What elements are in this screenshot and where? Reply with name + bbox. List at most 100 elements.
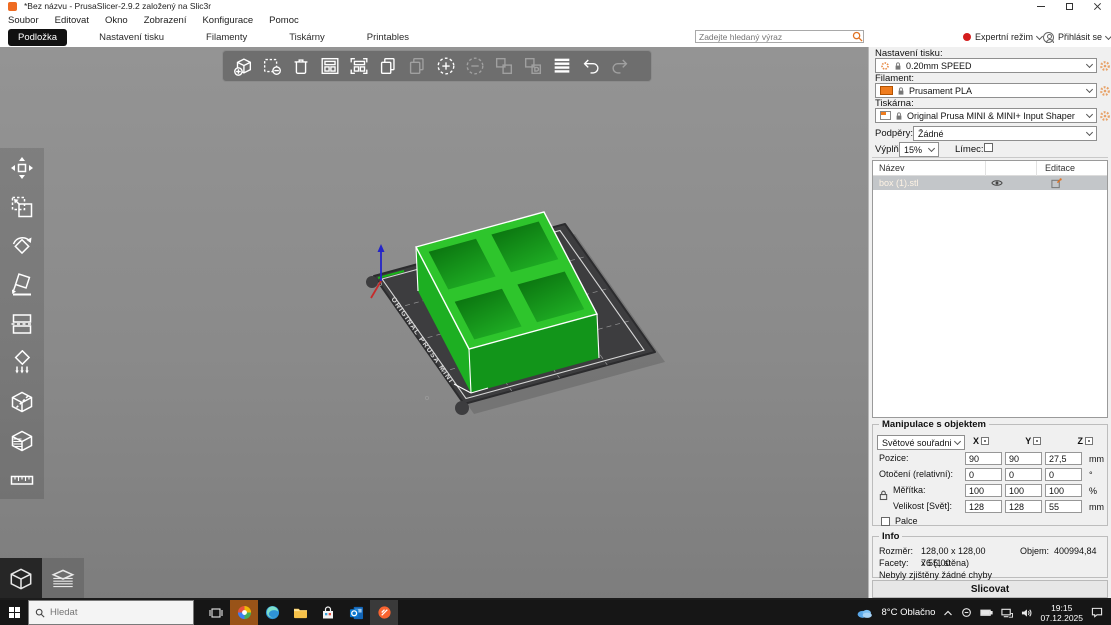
menu-okno[interactable]: Okno [105, 15, 128, 26]
network-icon[interactable] [1001, 608, 1014, 618]
file-explorer-button[interactable] [286, 600, 314, 625]
inches-checkbox[interactable] [881, 516, 890, 526]
tab-podlozka[interactable]: Podložka [8, 28, 68, 46]
arrange-bed-icon[interactable] [347, 54, 371, 78]
object-toolbar [222, 50, 652, 82]
undo-icon[interactable] [579, 54, 603, 78]
infill-value: 15% [904, 144, 923, 155]
position-y-input[interactable] [1005, 452, 1042, 465]
fuzzy-skin-tool-icon[interactable] [9, 427, 36, 454]
tray-time: 19:15 [1051, 602, 1073, 613]
settings-search-input[interactable] [696, 31, 852, 42]
slice-button[interactable]: Slicovat [872, 580, 1108, 598]
menu-zobrazeni[interactable]: Zobrazení [144, 15, 187, 26]
delete-object-icon[interactable] [260, 54, 284, 78]
axis-z-icon[interactable] [1085, 437, 1093, 445]
delete-all-icon[interactable] [289, 54, 313, 78]
add-instance-icon[interactable] [434, 54, 458, 78]
split-objects-icon[interactable] [492, 54, 516, 78]
place-on-face-tool-icon[interactable] [9, 271, 36, 298]
tray-app-icon[interactable] [961, 607, 972, 618]
store-app-button[interactable] [314, 600, 342, 625]
printer-gear-button[interactable] [1099, 110, 1111, 122]
volume-icon[interactable] [1021, 608, 1032, 618]
seam-tool-icon[interactable] [9, 388, 36, 415]
tab-nastaveni-tisku[interactable]: Nastavení tisku [89, 29, 174, 46]
scale-y-input[interactable] [1005, 484, 1042, 497]
scale-x-input[interactable] [965, 484, 1002, 497]
axis-y-icon[interactable] [1033, 437, 1042, 445]
infill-combo[interactable]: 15% [899, 142, 939, 157]
start-button[interactable] [0, 600, 28, 625]
add-object-icon[interactable] [231, 54, 255, 78]
scale-tool-icon[interactable] [9, 193, 36, 220]
taskbar-search-box[interactable] [28, 600, 194, 625]
uniform-scale-lock-icon[interactable] [879, 489, 888, 501]
brim-checkbox[interactable] [984, 143, 993, 152]
size-y-input[interactable] [1005, 500, 1042, 513]
size-z-input[interactable] [1045, 500, 1082, 513]
rotation-y-input[interactable] [1005, 468, 1042, 481]
object-list-header: Název Editace [873, 161, 1107, 176]
print-settings-gear-button[interactable] [1099, 60, 1111, 72]
menu-pomoc[interactable]: Pomoc [269, 15, 299, 26]
rotation-x-input[interactable] [965, 468, 1002, 481]
remove-instance-icon[interactable] [463, 54, 487, 78]
edge-app-button[interactable] [258, 600, 286, 625]
minimize-button[interactable] [1030, 0, 1052, 12]
arrange-icon[interactable] [318, 54, 342, 78]
menu-konfigurace[interactable]: Konfigurace [202, 15, 253, 26]
prusaslicer-app-button[interactable] [370, 600, 398, 625]
variable-layer-height-icon[interactable] [550, 54, 574, 78]
tab-tiskarny[interactable]: Tiskárny [279, 29, 335, 46]
printer-combo[interactable]: Original Prusa MINI & MINI+ Input Shaper [875, 108, 1097, 123]
outlook-app-button[interactable] [342, 600, 370, 625]
rotation-z-input[interactable] [1045, 468, 1082, 481]
menu-editovat[interactable]: Editovat [55, 15, 89, 26]
close-button[interactable] [1086, 0, 1108, 12]
size-x-input[interactable] [965, 500, 1002, 513]
position-x-input[interactable] [965, 452, 1002, 465]
mode-selector[interactable]: Expertní režim [963, 30, 1044, 44]
copilot-app-button[interactable] [230, 600, 258, 625]
preview-view-button[interactable] [42, 558, 84, 600]
weather-text[interactable]: 8°C Oblačno [881, 607, 935, 618]
divider [872, 157, 1108, 158]
scale-z-input[interactable] [1045, 484, 1082, 497]
copy-icon[interactable] [376, 54, 400, 78]
login-button[interactable]: Přihlásit se [1043, 30, 1111, 44]
settings-search-box [695, 30, 864, 43]
print-settings-combo[interactable]: 0.20mm SPEED [875, 58, 1097, 73]
measure-tool-icon[interactable] [9, 466, 36, 493]
paint-supports-tool-icon[interactable] [9, 349, 36, 376]
filament-combo[interactable]: Prusament PLA [875, 83, 1097, 98]
supports-value: Žádné [918, 128, 944, 139]
object-row-selected[interactable]: box (1).stl [873, 176, 1107, 190]
maximize-button[interactable] [1058, 0, 1080, 12]
tray-expand-chevron-icon[interactable] [943, 609, 953, 617]
axis-x-icon[interactable] [981, 437, 990, 445]
viewport-3d[interactable]: ORIGINAL PRUSA MINI [0, 47, 868, 600]
tab-filamenty[interactable]: Filamenty [196, 29, 257, 46]
rotate-tool-icon[interactable] [9, 232, 36, 259]
filament-gear-button[interactable] [1099, 85, 1111, 97]
notification-center-icon[interactable] [1091, 607, 1103, 618]
tab-printables[interactable]: Printables [357, 29, 419, 46]
coordinate-system-combo[interactable]: Světové souřadnice [877, 435, 965, 450]
menu-soubor[interactable]: Soubor [8, 15, 39, 26]
split-parts-icon[interactable] [521, 54, 545, 78]
task-view-button[interactable] [202, 600, 230, 625]
redo-icon[interactable] [608, 54, 632, 78]
clock[interactable]: 19:15 07.12.2025 [1040, 603, 1083, 623]
edit-object-icon[interactable] [1051, 178, 1062, 189]
visibility-eye-icon[interactable] [991, 178, 1003, 188]
cut-tool-icon[interactable] [9, 310, 36, 337]
supports-combo[interactable]: Žádné [913, 126, 1097, 141]
paste-icon[interactable] [405, 54, 429, 78]
axis-y-header: Y [1025, 436, 1042, 446]
position-z-input[interactable] [1045, 452, 1082, 465]
battery-icon[interactable] [980, 608, 994, 617]
editor-3d-view-button[interactable] [0, 558, 42, 600]
move-tool-icon[interactable] [9, 154, 36, 181]
taskbar-search-input[interactable] [50, 607, 160, 618]
